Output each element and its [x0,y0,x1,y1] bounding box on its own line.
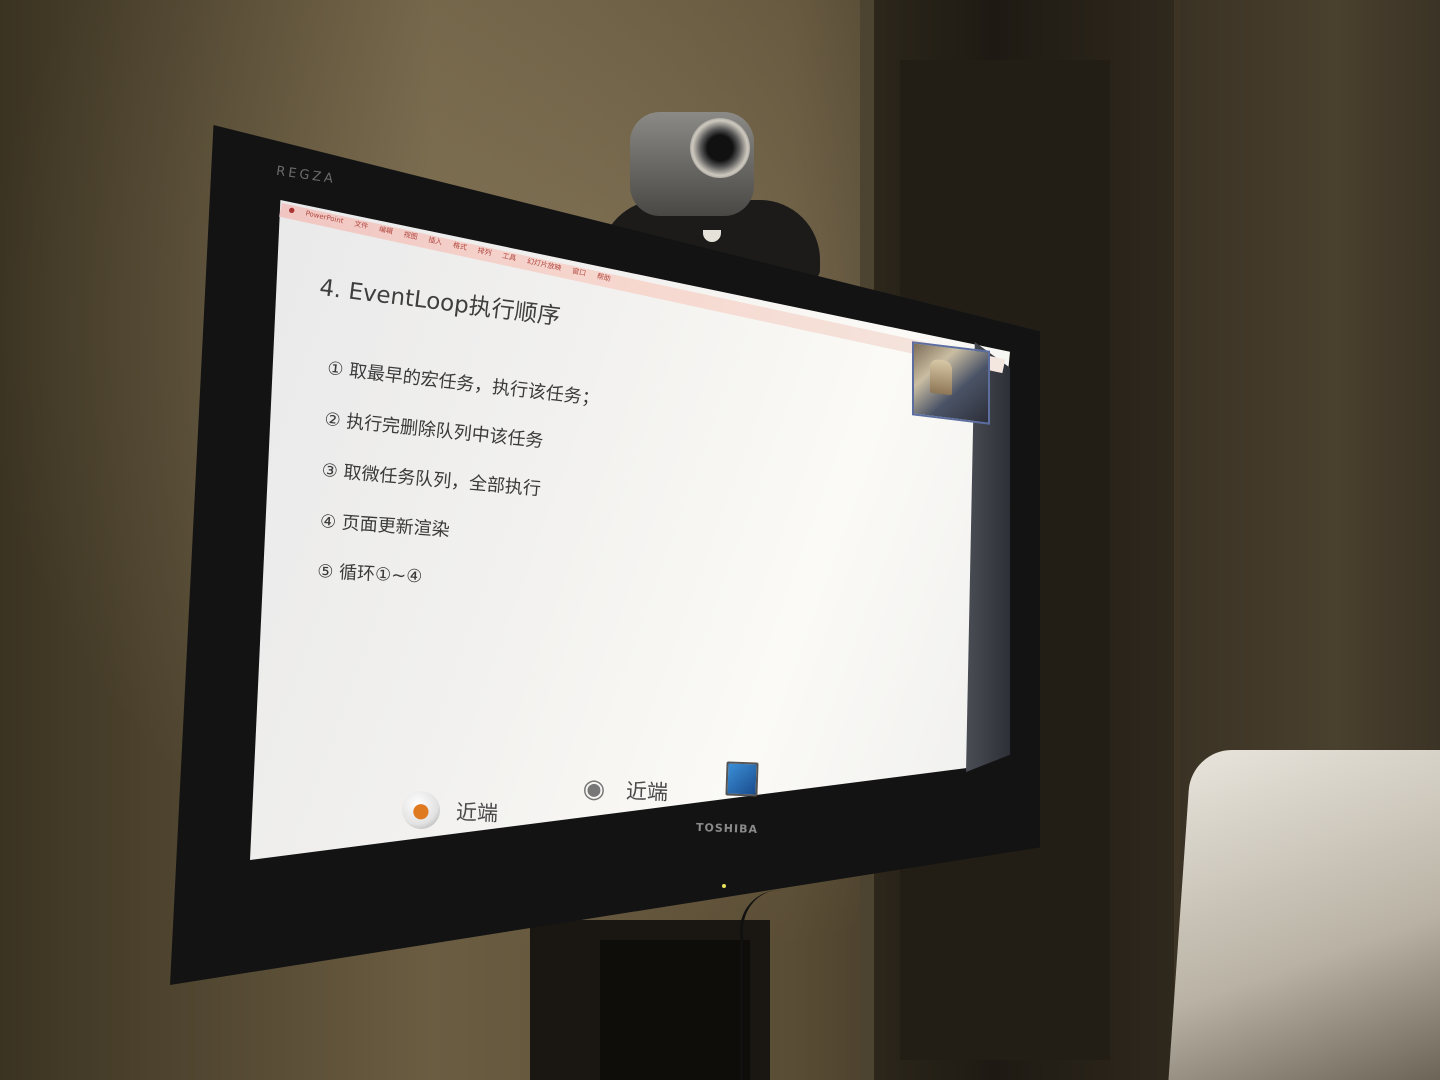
content-share-button[interactable] [725,761,759,797]
cable [740,890,783,1080]
menu-item-insert[interactable]: 插入 [428,236,443,247]
mic-icon: ● [401,790,441,830]
menu-item-tools[interactable]: 工具 [502,252,517,263]
menu-item-window[interactable]: 窗口 [571,267,586,278]
tv-maker-label: TOSHIBA [695,820,759,837]
camera-label: 近端 [625,779,669,805]
menu-item-help[interactable]: 帮助 [596,272,611,283]
tv-stand-inner [600,940,750,1080]
menu-item-file[interactable]: 文件 [354,220,369,231]
laptop-icon [725,761,759,797]
menu-item-edit[interactable]: 编辑 [378,225,393,236]
menu-item-view[interactable]: 视图 [403,231,418,242]
apple-icon[interactable]: ● [288,206,296,215]
video-preview-figure [930,358,952,396]
power-led [722,884,726,888]
camera-near-end-button[interactable]: ◉ 近端 [571,770,668,809]
menu-item-arrange[interactable]: 排列 [477,247,492,258]
camera-icon: ◉ [582,773,606,805]
slide-bullet: ⑤ 循环①~④ [316,560,423,588]
mic-label: 近端 [455,800,499,826]
camera-lens [690,118,750,178]
mic-near-end-button[interactable]: ● 近端 [401,790,498,831]
menu-item-format[interactable]: 格式 [452,241,467,252]
room-photo: REGZA TOSHIBA ● PowerPoint 文件 编辑 视图 插入 格… [0,0,1440,1080]
chair [1168,750,1440,1080]
